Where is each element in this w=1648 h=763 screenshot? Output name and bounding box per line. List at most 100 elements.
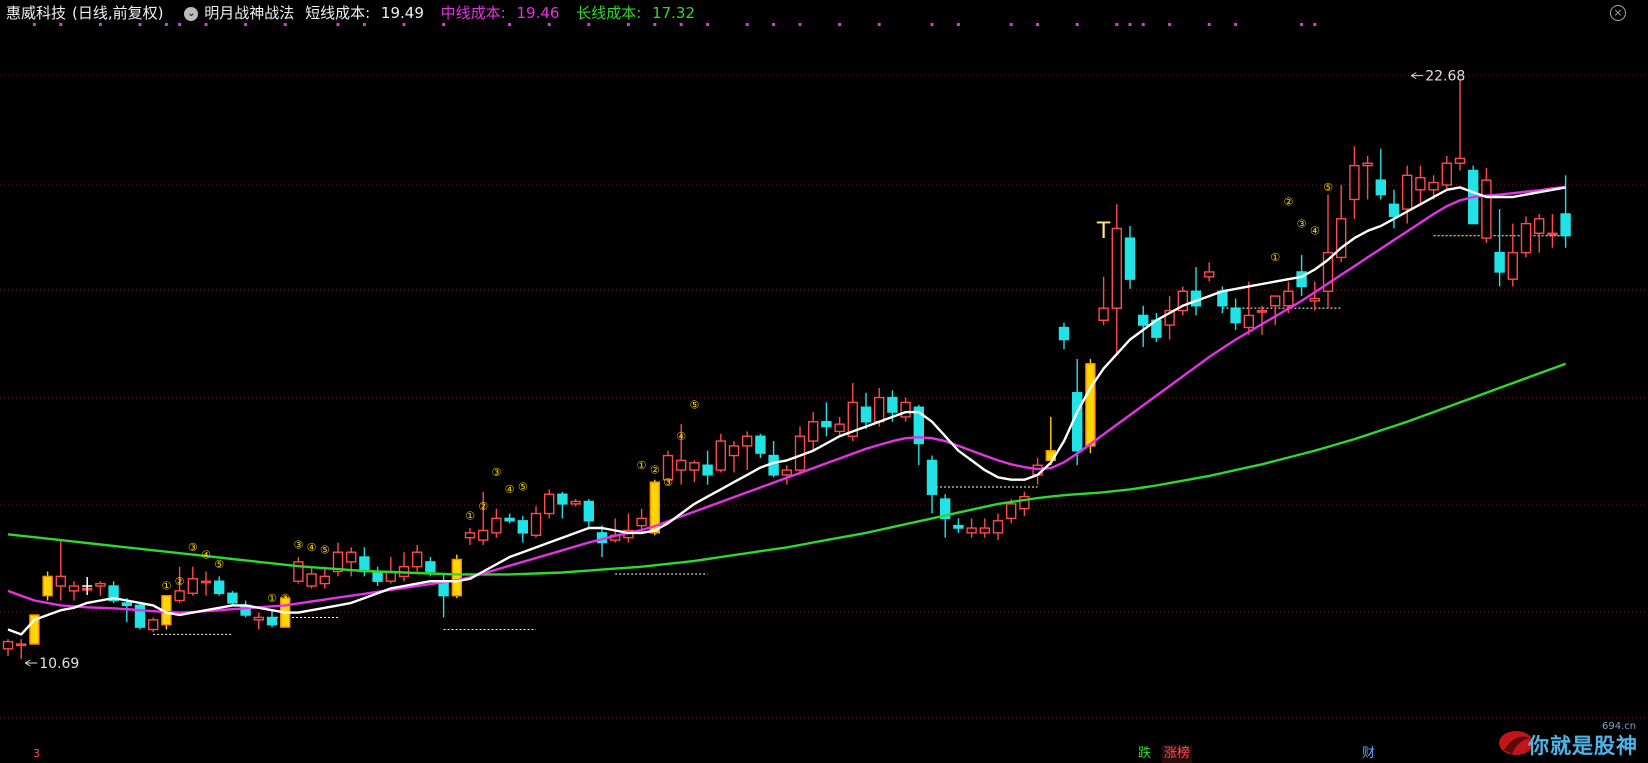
candle-body <box>1415 177 1426 191</box>
mid-cost-line <box>7 185 1566 614</box>
candle-body <box>926 459 938 495</box>
candle-body <box>979 527 990 534</box>
watermark-text: 你就是股神 <box>1528 734 1638 758</box>
fall-badge[interactable]: 跌 <box>1136 745 1153 763</box>
candle-body <box>1203 271 1215 278</box>
t-mark: T <box>1096 219 1111 244</box>
corner-badge[interactable]: 3 <box>31 745 42 763</box>
short-cost: 短线成本: 19.49 <box>305 4 435 22</box>
sequence-marker: ④ <box>505 483 515 496</box>
candle-body <box>68 585 80 592</box>
candle-body <box>1269 295 1281 307</box>
candlestick-chart[interactable]: ① ②③④⑤① ②③ ④ ⑤①②③④ ⑤① ②③④⑤①②③④⑤T 10.6922.68 <box>0 0 1648 763</box>
candle-body <box>874 396 885 423</box>
candle-body <box>794 435 806 471</box>
candle-body <box>966 527 977 534</box>
candle-body <box>451 558 462 597</box>
candle-body <box>1124 237 1136 280</box>
candle-body <box>412 551 423 568</box>
candle-body <box>1006 503 1017 520</box>
candle-body <box>1098 307 1109 321</box>
markers-layer: ① ②③④⑤① ②③ ④ ⑤①②③④ ⑤① ②③④⑤①②③④⑤T <box>82 181 1333 605</box>
period-text: (日线,前复权) <box>72 4 164 22</box>
candle-body <box>1283 290 1294 307</box>
candle-body <box>1454 157 1466 164</box>
stock-name-text: 惠威科技 <box>6 4 67 22</box>
limit-list-badge[interactable]: 涨榜 <box>1162 745 1193 763</box>
candle-body <box>1375 179 1387 196</box>
candle-body <box>16 643 27 647</box>
short-cost-label: 短线成本: <box>305 4 371 22</box>
sequence-marker: ⑤ <box>320 543 330 556</box>
candle-body <box>1428 181 1439 191</box>
sequence-marker: ① <box>637 459 647 472</box>
candle-body <box>1243 314 1255 329</box>
sequence-marker: ⑤ <box>689 398 699 411</box>
stock-name[interactable]: 惠威科技 (日线,前复权) <box>6 4 174 22</box>
candle-body <box>887 396 898 413</box>
chart-grid <box>0 74 1648 719</box>
mid-cost-label: 中线成本: <box>440 4 506 22</box>
candle-body <box>464 532 476 539</box>
candle-body <box>689 462 700 471</box>
price-labels: 10.69 22.68 <box>24 69 1465 672</box>
candle-body <box>174 590 185 602</box>
event-badges: 3 跌 涨榜 财 <box>0 745 1648 763</box>
mid-cost: 中线成本: 19.46 <box>441 4 571 22</box>
candle-body <box>121 602 133 607</box>
candle-body <box>1441 162 1453 186</box>
sequence-marker: ① <box>161 580 171 593</box>
candle-body <box>742 435 753 447</box>
candle-body <box>636 517 647 527</box>
candle-body <box>1111 227 1123 309</box>
sequence-marker: ⑤ <box>1323 181 1333 194</box>
candle-body <box>1520 222 1532 254</box>
sequence-marker: ① <box>1270 251 1280 264</box>
close-icon[interactable]: × <box>1610 5 1626 21</box>
long-cost: 长线成本: 17.32 <box>576 4 701 22</box>
candle-body <box>821 421 832 428</box>
sequence-marker: ⑤ <box>214 558 224 571</box>
finance-badge[interactable]: 财 <box>1360 745 1377 763</box>
sequence-marker: ④ <box>201 548 211 561</box>
candle-body <box>900 401 911 418</box>
candle-body <box>728 445 740 457</box>
candle-body <box>187 578 199 594</box>
candle-body <box>1058 326 1070 341</box>
sequence-marker: ① <box>267 592 277 605</box>
candle-body <box>1085 363 1096 447</box>
candle-body <box>953 524 964 529</box>
candle-body <box>134 604 146 628</box>
sequence-marker: ② <box>1283 196 1293 209</box>
candle-body <box>808 421 819 442</box>
indicator-dropdown-icon[interactable]: ⌄ <box>184 6 199 21</box>
sequence-marker: ③ <box>1297 217 1307 230</box>
sequence-marker: ② <box>280 592 290 605</box>
sequence-marker: ① <box>465 510 475 523</box>
short-cost-value: 19.49 <box>380 4 424 22</box>
candle-body <box>359 556 370 573</box>
sequence-marker: ② <box>175 575 185 588</box>
candle-body <box>266 616 278 626</box>
sequence-marker: ② <box>650 464 660 477</box>
candle-body <box>147 619 159 631</box>
candle-body <box>1256 309 1268 313</box>
candle-body <box>1494 251 1505 273</box>
watermark-site: 694.cn <box>1602 721 1637 732</box>
candle-body <box>1388 203 1400 218</box>
candle-body <box>768 454 779 476</box>
indicator-name[interactable]: 明月战神战法 <box>204 4 294 22</box>
candle-body <box>570 500 581 505</box>
candle-body <box>306 573 317 587</box>
candle-body <box>346 551 357 563</box>
candle-body <box>1481 179 1492 239</box>
candle-body <box>702 464 713 476</box>
candle-body <box>676 459 687 471</box>
candle-body <box>517 520 528 534</box>
candle-body <box>860 406 872 423</box>
sequence-marker: ④ <box>1310 225 1320 238</box>
candle-body <box>227 592 238 604</box>
candle-body <box>2 640 14 650</box>
sequence-marker: ② <box>478 500 488 513</box>
candle-body <box>530 512 542 536</box>
